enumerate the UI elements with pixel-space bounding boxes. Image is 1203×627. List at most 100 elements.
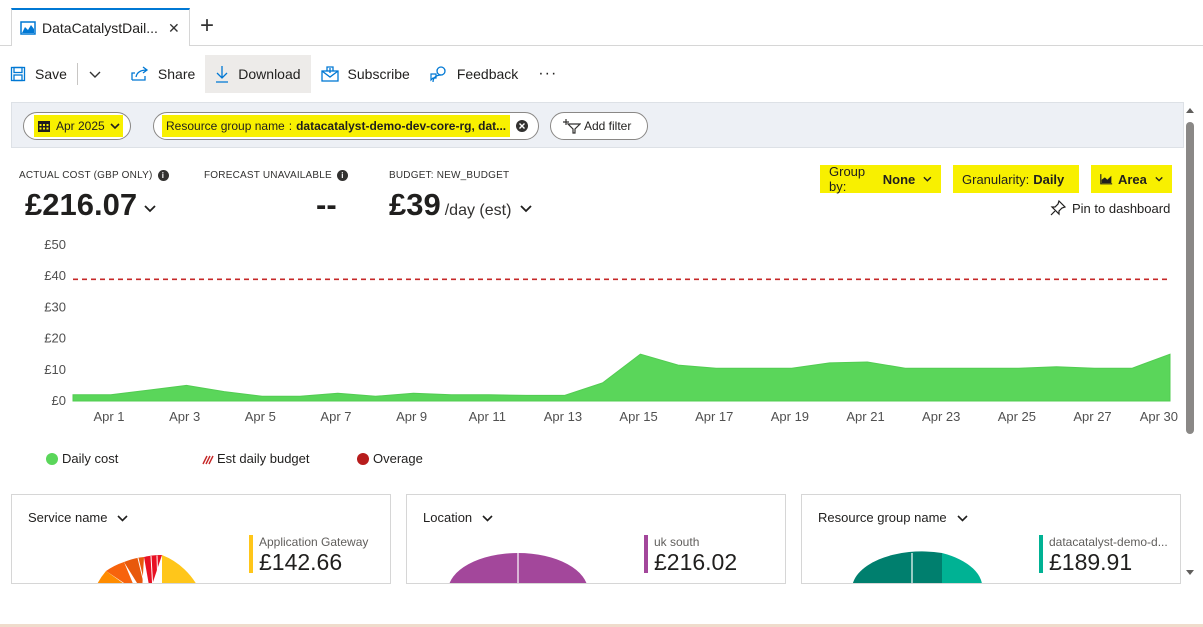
budget-value-row[interactable]: £39 /day (est) [389,187,533,223]
download-icon [216,66,229,83]
filter-value: datacatalyst-demo-dev-core-rg, dat... [296,119,507,133]
budget-sub: /day (est) [444,202,512,219]
y-tick-label: £10 [44,362,66,377]
new-tab-icon[interactable]: + [200,12,214,40]
scrollbar-thumb[interactable] [1186,122,1194,434]
entry-label: Application Gateway [259,535,369,549]
legend-budget-label: Est daily budget [217,451,310,466]
legend-budget[interactable]: Est daily budget [202,451,310,466]
location-card: Location uk south £216.02 [406,494,786,584]
toolbar: Save Share Download Subscribe Feedback ·… [0,55,567,93]
service-name-dropdown[interactable]: Service name [28,510,129,525]
tab-bar: DataCatalystDail... ✕ + [0,0,1203,46]
actual-cost-metric: ACTUAL COST (GBP ONLY) i £216.07 [19,170,169,223]
tab-datacatalyst[interactable]: DataCatalystDail... ✕ [11,8,190,46]
more-icon: ··· [538,65,558,82]
add-filter-button[interactable]: Add filter [550,112,648,140]
actual-cost-value-row[interactable]: £216.07 [25,187,169,223]
forecast-value-row: -- [316,187,348,223]
remove-filter-icon[interactable] [516,120,529,132]
scroll-down-arrow-icon[interactable] [1183,568,1197,578]
chevron-down-icon [144,205,156,213]
x-tick-label: Apr 7 [320,409,351,424]
more-button[interactable]: ··· [528,55,567,93]
save-icon [10,66,26,82]
info-icon[interactable]: i [157,170,169,181]
add-filter-icon [563,119,581,134]
budget-label: BUDGET: NEW_BUDGET [389,170,510,181]
legend-daily-cost-label: Daily cost [62,451,119,466]
card-title: Service name [28,510,108,525]
card-title: Resource group name [818,510,947,525]
chart-type-dropdown[interactable]: Area [1091,165,1172,193]
filter-bar: Apr 2025 Resource group name : datacatal… [11,102,1184,148]
forecast-metric: FORECAST UNAVAILABLE i -- [204,170,348,223]
forecast-value: -- [316,187,337,222]
x-tick-label: Apr 1 [93,409,124,424]
filter-separator: : [288,119,293,133]
x-tick-label: Apr 5 [245,409,276,424]
forecast-label: FORECAST UNAVAILABLE [204,170,332,181]
entry-value: £216.02 [654,549,738,575]
actual-cost-value: £216.07 [25,187,138,222]
resource-group-dropdown[interactable]: Resource group name [818,510,968,525]
group-by-dropdown[interactable]: Group by: None [820,164,941,194]
y-tick-label: £20 [44,331,66,346]
vertical-scrollbar[interactable] [1183,102,1197,582]
budget-label-row: BUDGET: NEW_BUDGET [389,170,533,181]
service-name-card: Service name Application Gateway £142.66 [11,494,391,584]
subscribe-icon [320,66,339,82]
location-donut-chart [449,553,587,583]
subscribe-button[interactable]: Subscribe [311,55,420,93]
granularity-label: Granularity: [962,171,1030,187]
chevron-down-icon [520,205,533,213]
x-tick-label: Apr 25 [998,409,1036,424]
actual-cost-label: ACTUAL COST (GBP ONLY) [19,170,153,181]
actual-cost-label-row: ACTUAL COST (GBP ONLY) i [19,170,169,181]
resource-group-filter-inner: Resource group name : datacatalyst-demo-… [162,115,511,137]
entry-label: datacatalyst-demo-d... [1049,535,1168,549]
area-chart-icon [1100,174,1113,185]
location-dropdown[interactable]: Location [423,510,493,525]
granularity-dropdown[interactable]: Granularity: Daily [953,165,1079,193]
save-button[interactable]: Save [0,55,77,93]
close-icon[interactable]: ✕ [168,20,180,37]
daily-cost-area [72,353,1171,402]
granularity-value: Daily [1033,171,1065,187]
chevron-down-icon [482,514,493,522]
feedback-icon [430,66,446,83]
budget-metric: BUDGET: NEW_BUDGET £39 /day (est) [389,170,533,223]
x-tick-label: Apr 3 [169,409,200,424]
x-tick-label: Apr 23 [922,409,960,424]
feedback-button[interactable]: Feedback [420,55,528,93]
x-tick-label: Apr 17 [695,409,733,424]
date-picker-inner: Apr 2025 [34,115,123,137]
x-axis: Apr 1 Apr 3 Apr 5 Apr 7 Apr 9 Apr 11 Apr 13 Apr… [93,409,1178,424]
entry-color-bar [644,535,648,573]
service-donut-chart [97,554,196,583]
save-label: Save [35,66,67,82]
legend-overage[interactable]: Overage [357,451,423,466]
date-picker[interactable]: Apr 2025 [23,112,131,140]
cost-area-chart: £0£10£20£30£40£50 Apr 1 Apr 3 Apr 5 Apr 7 Ap… [44,237,1178,424]
chevron-down-icon [923,176,932,182]
info-icon[interactable]: i [336,170,348,181]
resource-group-filter[interactable]: Resource group name : datacatalyst-demo-… [153,112,539,140]
entry-color-bar [1039,535,1043,573]
x-tick-label: Apr 30 [1140,409,1178,424]
save-options-button[interactable] [78,55,121,93]
x-tick-label: Apr 11 [469,409,506,424]
legend-daily-cost[interactable]: Daily cost [46,451,118,466]
x-tick-label: Apr 19 [771,409,809,424]
resource-group-donut-chart [852,551,982,583]
download-button[interactable]: Download [205,55,311,93]
share-label: Share [157,66,196,82]
share-button[interactable]: Share [121,55,205,93]
download-label: Download [238,66,301,82]
scroll-up-arrow-icon[interactable] [1183,105,1197,115]
entry-value: £142.66 [259,549,343,575]
forecast-label-row: FORECAST UNAVAILABLE i [204,170,348,181]
x-tick-label: Apr 27 [1073,409,1111,424]
share-icon [131,66,149,81]
pin-to-dashboard-button[interactable]: Pin to dashboard [1050,200,1170,216]
